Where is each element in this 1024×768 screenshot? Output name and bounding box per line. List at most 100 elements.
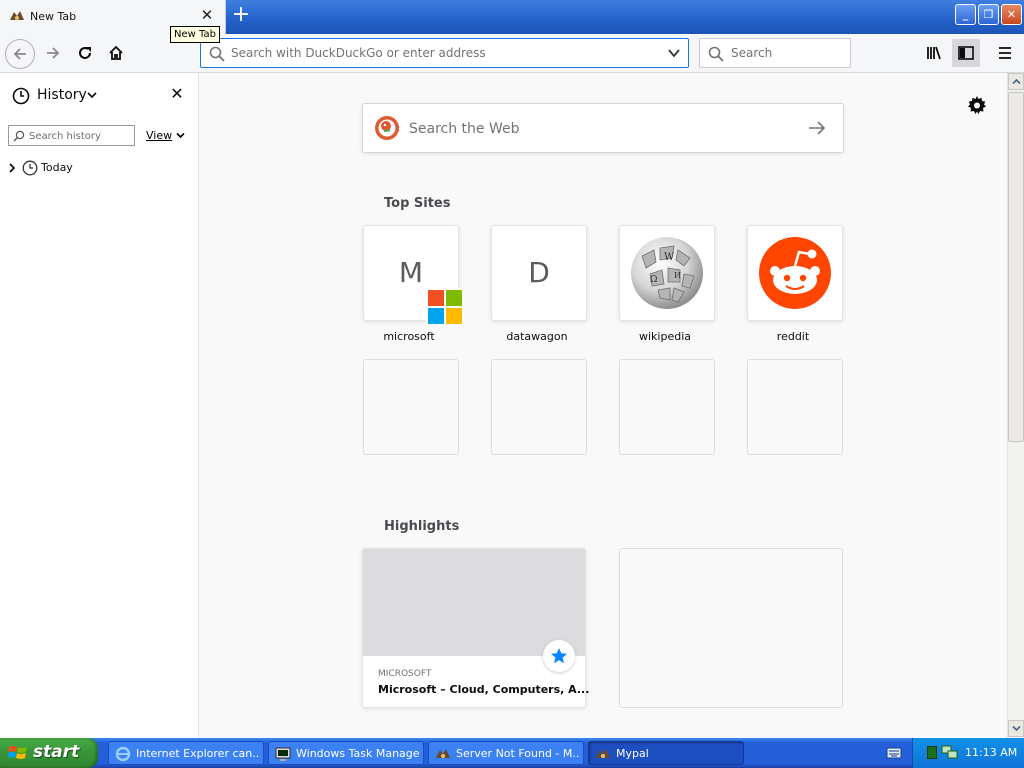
- top-sites-title: Top Sites: [384, 196, 451, 211]
- address-input[interactable]: [231, 44, 651, 62]
- address-bar[interactable]: [200, 38, 689, 68]
- top-site-placeholder: [747, 359, 843, 455]
- chevron-down-icon[interactable]: [87, 91, 97, 99]
- mypal-icon: [10, 11, 24, 20]
- library-button[interactable]: [920, 39, 948, 67]
- taskbar-button-label: Windows Task Manager: [296, 747, 420, 760]
- taskbar-button[interactable]: Server Not Found - M...: [428, 741, 584, 765]
- library-icon: [927, 46, 941, 60]
- tab-title: New Tab: [30, 10, 77, 23]
- vertical-scrollbar[interactable]: [1007, 73, 1024, 738]
- clock[interactable]: 11:13 AM: [965, 746, 1017, 759]
- top-site-label: reddit: [776, 330, 810, 343]
- arrow-right-icon[interactable]: [807, 119, 827, 137]
- close-tab-button[interactable]: ✕: [198, 6, 216, 24]
- hamburger-icon: [999, 47, 1011, 59]
- task-manager-icon: [275, 747, 291, 761]
- web-search-box[interactable]: Search the Web: [362, 103, 844, 153]
- chevron-down-icon: [1012, 725, 1021, 732]
- top-site-label: datawagon: [506, 330, 568, 343]
- top-site-datawagon[interactable]: D: [491, 225, 587, 321]
- scroll-down-button[interactable]: [1008, 720, 1024, 737]
- highlight-source: MICROSOFT: [378, 669, 432, 679]
- history-group-label: Today: [41, 161, 73, 174]
- history-search-box[interactable]: [8, 125, 135, 146]
- history-search-input[interactable]: [29, 129, 131, 143]
- taskbar-button[interactable]: Windows Task Manager: [268, 741, 424, 765]
- mypal-icon: [596, 749, 610, 758]
- wikipedia-globe-icon: W Ω И: [631, 237, 703, 309]
- scrollbar-thumb[interactable]: [1008, 92, 1024, 442]
- search-icon: [708, 46, 724, 62]
- arrow-right-icon: [47, 47, 60, 59]
- sidebar-title[interactable]: History: [37, 87, 87, 103]
- svg-text:И: И: [674, 271, 681, 280]
- highlights-title: Highlights: [384, 519, 460, 534]
- chevron-down-icon: [176, 132, 185, 139]
- star-icon: [551, 648, 567, 664]
- title-bar: New Tab ✕ New Tab + _ ❐ ✕: [0, 0, 1024, 43]
- web-search-placeholder: Search the Web: [409, 121, 520, 137]
- home-button[interactable]: [102, 39, 132, 69]
- highlight-title: Microsoft – Cloud, Computers, A...: [378, 683, 590, 696]
- navigation-toolbar: [0, 34, 1024, 73]
- chevron-up-icon: [1012, 78, 1021, 85]
- clock-icon: [22, 160, 38, 176]
- search-input[interactable]: [731, 45, 846, 61]
- forward-button[interactable]: [39, 39, 69, 69]
- new-tab-page: Search the Web Top Sites M microsoft D d…: [199, 73, 1007, 738]
- top-site-placeholder: [491, 359, 587, 455]
- network-icon[interactable]: [941, 744, 959, 760]
- highlight-placeholder: [619, 548, 843, 708]
- ie-icon: [115, 746, 131, 762]
- reddit-icon: [759, 237, 831, 309]
- windows-logo-icon: [8, 746, 27, 759]
- close-window-button[interactable]: ✕: [1001, 4, 1022, 25]
- top-site-microsoft[interactable]: M: [363, 225, 464, 326]
- top-site-reddit[interactable]: [747, 225, 843, 321]
- close-sidebar-button[interactable]: ✕: [168, 85, 186, 103]
- taskbar-button[interactable]: Internet Explorer can...: [108, 741, 264, 765]
- taskbar-button-label: Internet Explorer can...: [136, 747, 260, 760]
- view-menu-button[interactable]: View: [146, 129, 185, 142]
- chevron-right-icon[interactable]: [8, 163, 16, 173]
- bookmark-star-badge: [543, 640, 575, 672]
- search-icon: [209, 46, 225, 62]
- sidebar-icon: [958, 46, 974, 60]
- battery-icon[interactable]: [927, 746, 937, 759]
- tab-tooltip: New Tab: [170, 26, 220, 43]
- taskbar-button-active[interactable]: Mypal: [588, 741, 744, 765]
- reload-button[interactable]: [71, 39, 101, 69]
- start-label: start: [33, 742, 80, 762]
- microsoft-logo-icon: [426, 288, 464, 326]
- svg-text:Ω: Ω: [650, 275, 657, 285]
- taskbar-button-label: Server Not Found - M...: [456, 747, 580, 760]
- arrow-left-icon: [13, 48, 26, 60]
- search-icon: [13, 130, 25, 142]
- top-site-placeholder: [363, 359, 459, 455]
- duckduckgo-icon: [375, 116, 399, 140]
- home-icon: [109, 45, 123, 60]
- highlight-image: [363, 549, 585, 656]
- new-tab-button[interactable]: +: [230, 4, 252, 27]
- highlight-card[interactable]: MICROSOFT Microsoft – Cloud, Computers, …: [362, 548, 590, 708]
- menu-button[interactable]: [991, 39, 1019, 67]
- back-button[interactable]: [5, 39, 35, 69]
- taskbar-button-label: Mypal: [616, 747, 649, 760]
- tile-letter: D: [528, 256, 550, 289]
- minimize-button[interactable]: _: [955, 4, 976, 25]
- tile-letter: M: [398, 256, 424, 289]
- gear-icon[interactable]: [967, 95, 987, 115]
- maximize-button[interactable]: ❐: [978, 4, 999, 25]
- keyboard-icon[interactable]: [886, 746, 902, 760]
- start-button[interactable]: start: [0, 738, 98, 768]
- reload-icon: [79, 47, 91, 59]
- sidebar-toggle-button[interactable]: [952, 39, 980, 67]
- svg-text:W: W: [664, 252, 675, 263]
- top-site-wikipedia[interactable]: W Ω И: [619, 225, 715, 321]
- system-tray: 11:13 AM: [912, 738, 1024, 768]
- clock-icon: [12, 87, 30, 105]
- search-bar[interactable]: [699, 38, 851, 68]
- scroll-up-button[interactable]: [1008, 73, 1024, 90]
- chevron-down-icon[interactable]: [667, 47, 681, 59]
